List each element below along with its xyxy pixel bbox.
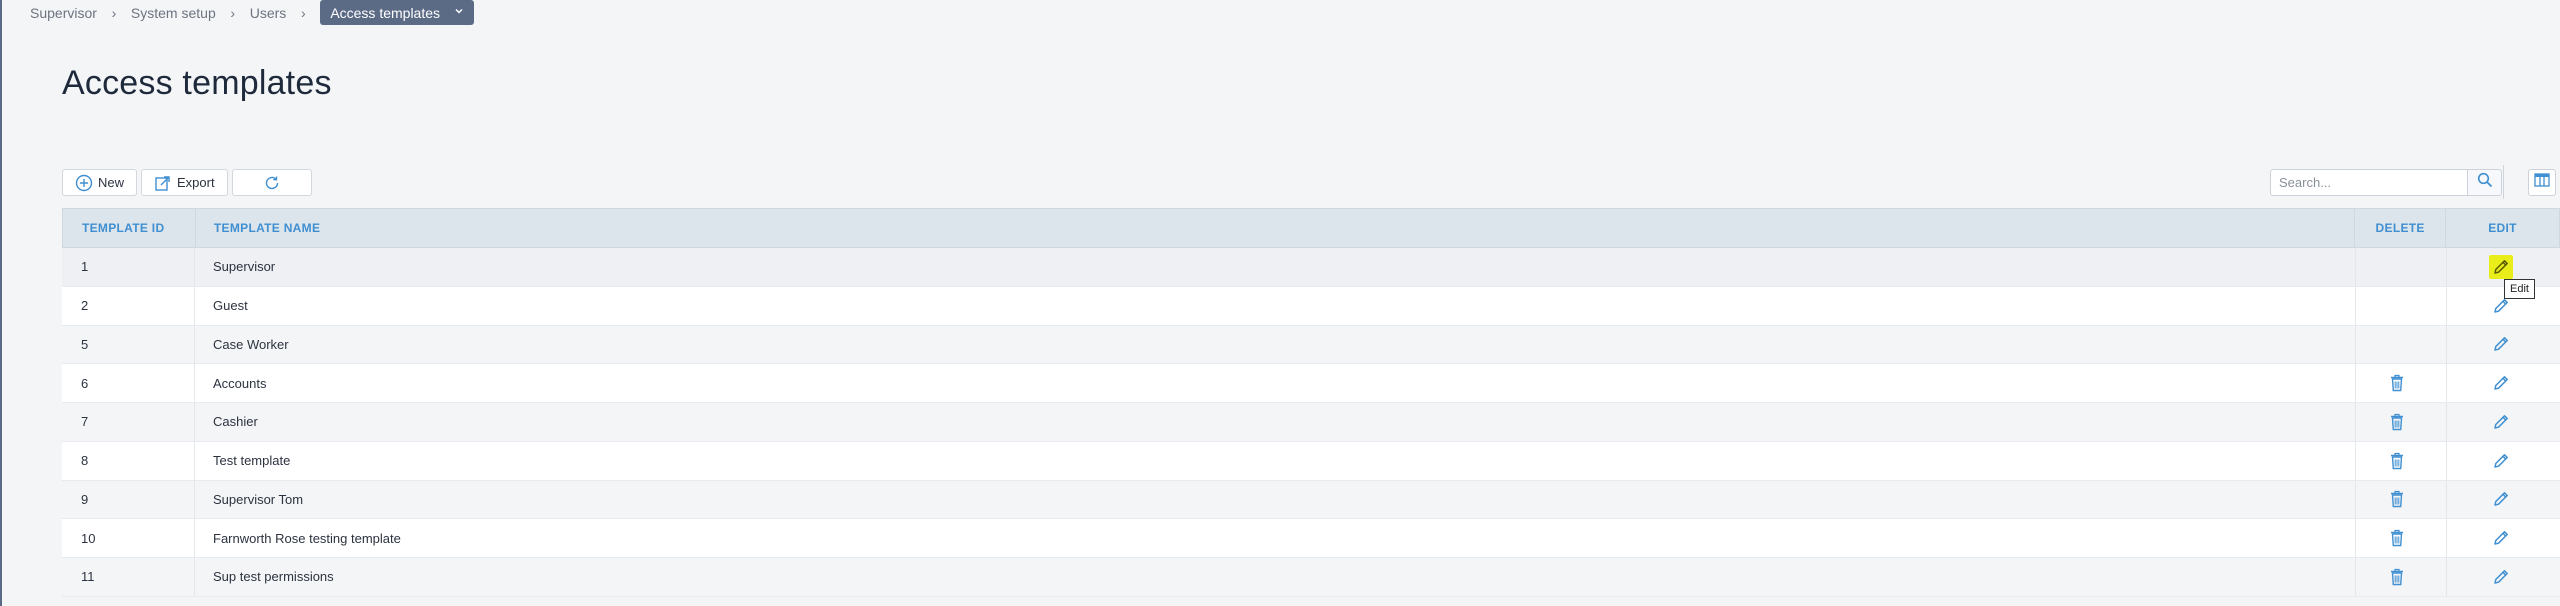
cell-edit xyxy=(2447,442,2560,480)
export-button-label: Export xyxy=(177,175,215,190)
chevron-right-icon: › xyxy=(230,4,236,21)
refresh-button[interactable] xyxy=(231,169,312,196)
cell-delete xyxy=(2356,519,2447,557)
breadcrumb-current-label: Access templates xyxy=(330,4,441,21)
table-body: 1 Supervisor 2 Guest 5 Case Worker 6 Accounts 7 C… xyxy=(62,248,2560,597)
cell-delete xyxy=(2356,480,2447,519)
cell-edit xyxy=(2447,364,2560,402)
cell-delete xyxy=(2356,441,2447,480)
trash-icon[interactable] xyxy=(2385,487,2409,511)
table-row[interactable]: 1 Supervisor xyxy=(62,248,2560,287)
breadcrumb-item-system-setup[interactable]: System setup xyxy=(131,5,216,21)
table-row[interactable]: 2 Guest xyxy=(62,286,2560,326)
chevron-down-icon xyxy=(454,6,464,19)
page-title: Access templates xyxy=(62,64,332,102)
cell-template-name: Test template xyxy=(195,441,2356,480)
cell-template-id: 5 xyxy=(62,325,195,364)
cell-delete xyxy=(2356,325,2447,364)
refresh-icon xyxy=(263,174,281,192)
edit-tooltip: Edit xyxy=(2504,279,2535,299)
left-border xyxy=(0,0,2,606)
table-row[interactable]: 5 Case Worker xyxy=(62,325,2560,365)
toolbar-divider xyxy=(2503,165,2504,199)
column-header-template-id[interactable]: TEMPLATE ID xyxy=(63,209,196,247)
new-button[interactable]: New xyxy=(62,169,138,196)
pencil-icon[interactable] xyxy=(2489,332,2513,356)
search-icon xyxy=(2477,172,2493,193)
cell-delete xyxy=(2356,286,2447,325)
cell-template-name: Sup test permissions xyxy=(195,558,2356,596)
columns-icon xyxy=(2534,173,2550,192)
breadcrumb-current-dropdown[interactable]: Access templates xyxy=(320,0,475,25)
cell-template-id: 6 xyxy=(62,364,195,402)
table-row[interactable]: 8 Test template xyxy=(62,441,2560,481)
new-button-label: New xyxy=(98,175,125,190)
columns-button[interactable] xyxy=(2528,169,2556,196)
pencil-icon[interactable] xyxy=(2488,254,2513,279)
cell-edit xyxy=(2447,326,2560,364)
cell-template-id: 8 xyxy=(62,441,195,480)
cell-edit xyxy=(2447,481,2560,519)
cell-template-id: 9 xyxy=(62,480,195,519)
cell-template-id: 7 xyxy=(62,403,195,441)
breadcrumb-item-users[interactable]: Users xyxy=(250,5,287,21)
column-header-edit: EDIT xyxy=(2488,221,2517,235)
chevron-right-icon: › xyxy=(300,4,306,21)
export-button[interactable]: Export xyxy=(141,169,228,196)
cell-template-id: 2 xyxy=(62,286,195,325)
cell-template-name: Farnworth Rose testing template xyxy=(195,519,2356,557)
templates-table: TEMPLATE ID TEMPLATE NAME DELETE EDIT 1S… xyxy=(62,208,2560,597)
cell-template-name: Guest xyxy=(195,286,2356,325)
pencil-icon[interactable] xyxy=(2489,449,2513,473)
cell-delete xyxy=(2356,364,2447,402)
toolbar: New Export xyxy=(62,169,312,196)
trash-icon[interactable] xyxy=(2385,410,2409,434)
table-row[interactable]: 6 Accounts xyxy=(62,364,2560,403)
cell-template-name: Accounts xyxy=(195,364,2356,402)
cell-template-name: Supervisor xyxy=(195,248,2356,286)
cell-delete xyxy=(2356,403,2447,441)
pencil-icon[interactable] xyxy=(2489,487,2513,511)
search-input[interactable] xyxy=(2270,169,2467,196)
cell-template-id: 1 xyxy=(62,248,195,286)
trash-icon[interactable] xyxy=(2385,371,2409,395)
cell-template-name: Cashier xyxy=(195,403,2356,441)
cell-template-id: 10 xyxy=(62,519,195,557)
pencil-icon[interactable] xyxy=(2489,565,2513,589)
cell-template-name: Case Worker xyxy=(195,325,2356,364)
cell-edit xyxy=(2447,558,2560,596)
chevron-right-icon: › xyxy=(111,4,117,21)
cell-delete xyxy=(2356,558,2447,596)
export-icon xyxy=(154,174,172,192)
pencil-icon[interactable] xyxy=(2489,410,2513,434)
pencil-icon[interactable] xyxy=(2489,526,2513,550)
table-row[interactable]: 9 Supervisor Tom xyxy=(62,480,2560,520)
trash-icon[interactable] xyxy=(2385,449,2409,473)
cell-template-name: Supervisor Tom xyxy=(195,480,2356,519)
breadcrumb-item-supervisor[interactable]: Supervisor xyxy=(30,5,97,21)
cell-delete xyxy=(2356,248,2447,286)
cell-edit xyxy=(2447,403,2560,441)
table-row[interactable]: 7 Cashier xyxy=(62,403,2560,442)
search-button[interactable] xyxy=(2467,169,2502,196)
cell-edit xyxy=(2447,519,2560,557)
search-group xyxy=(2270,169,2502,196)
pencil-icon[interactable] xyxy=(2489,371,2513,395)
breadcrumb: Supervisor › System setup › Users › Acce… xyxy=(30,0,475,25)
trash-icon[interactable] xyxy=(2385,565,2409,589)
cell-template-id: 11 xyxy=(62,558,195,596)
table-row[interactable]: 11 Sup test permissions xyxy=(62,558,2560,597)
table-row[interactable]: 10 Farnworth Rose testing template xyxy=(62,519,2560,558)
table-header: TEMPLATE ID TEMPLATE NAME DELETE EDIT xyxy=(62,208,2560,248)
plus-circle-icon xyxy=(75,174,93,192)
column-header-template-name[interactable]: TEMPLATE NAME xyxy=(196,209,2356,247)
column-header-delete: DELETE xyxy=(2355,209,2447,247)
trash-icon[interactable] xyxy=(2385,526,2409,550)
